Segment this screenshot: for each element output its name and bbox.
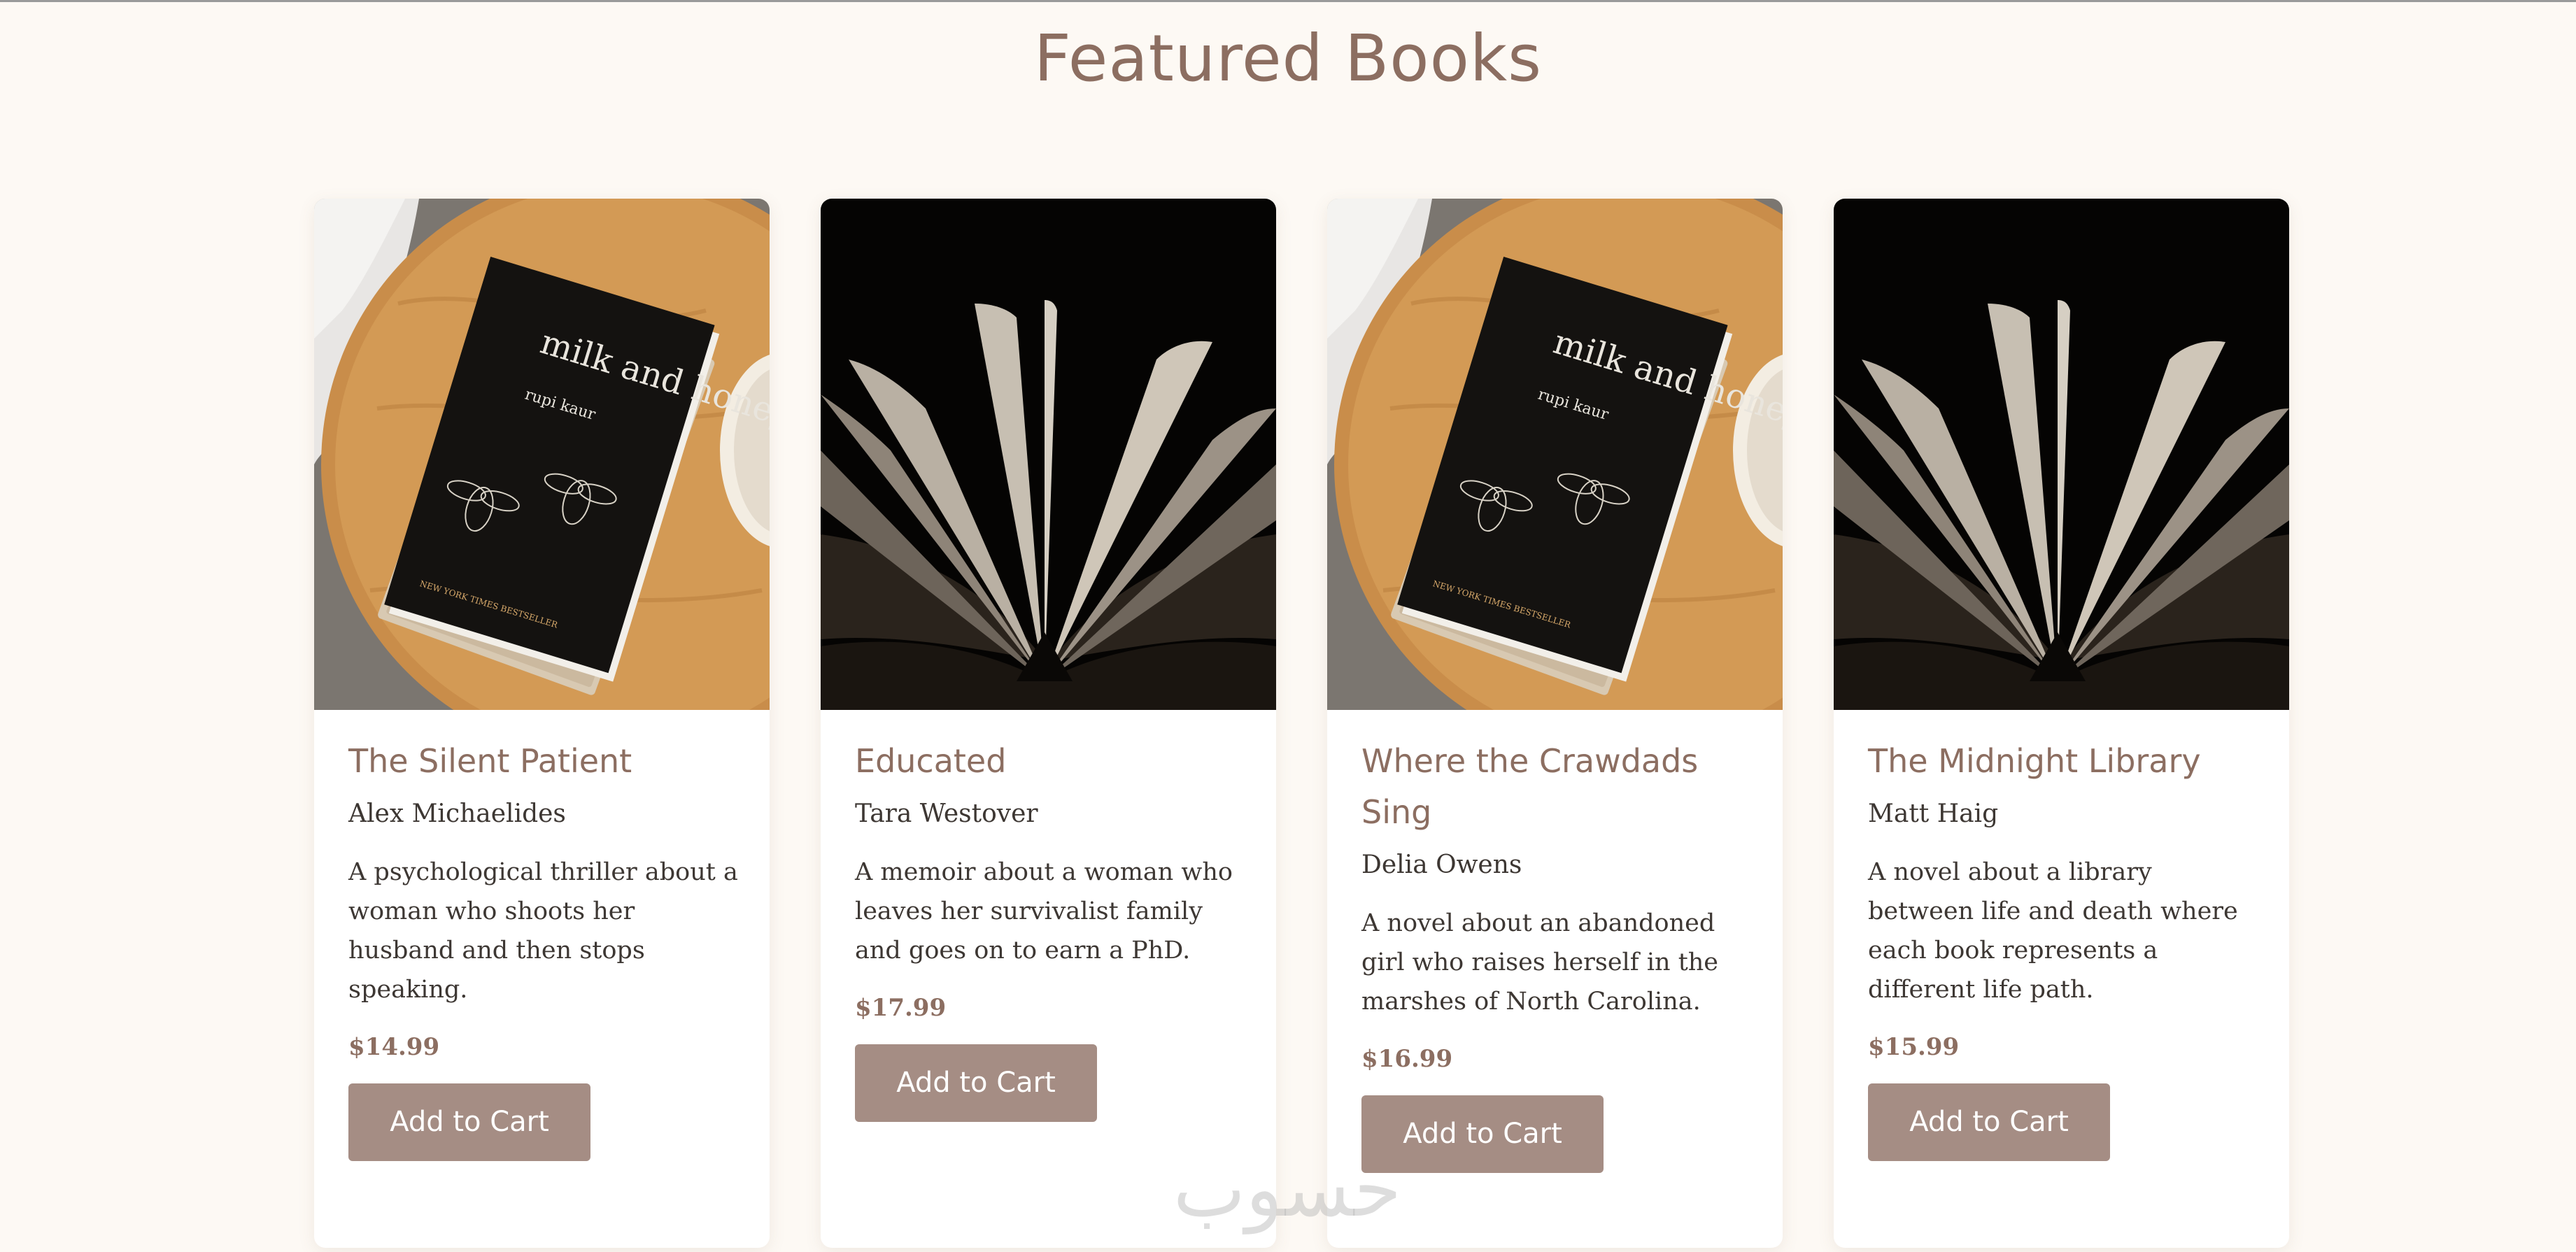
- book-description: A psychological thriller about a woman w…: [348, 858, 738, 1004]
- book-card: milk and honey rupi kaur NEW YORK TIMES …: [1327, 199, 1783, 1248]
- book-price: $17.99: [855, 994, 947, 1022]
- book-description: A memoir about a woman who leaves her su…: [855, 858, 1233, 965]
- book-cover-image[interactable]: milk and honey rupi kaur NEW YORK TIMES …: [314, 199, 770, 710]
- book-card: The Midnight Library Matt Haig A novel a…: [1834, 199, 2289, 1248]
- book-price: $15.99: [1868, 1033, 1960, 1061]
- book-card-body: Where the Crawdads Sing Delia Owens A no…: [1361, 736, 1753, 1173]
- open-book-photo: [1834, 199, 2289, 710]
- book-title: Where the Crawdads Sing: [1361, 742, 1699, 831]
- book-card-body: The Silent Patient Alex Michaelides A ps…: [348, 736, 740, 1161]
- top-border: [0, 0, 2576, 2]
- watermark-logo: حسوب: [1173, 1144, 1402, 1234]
- open-book-photo: [821, 199, 1276, 710]
- book-title: The Silent Patient: [348, 742, 632, 780]
- book-card: Educated Tara Westover A memoir about a …: [821, 199, 1276, 1248]
- book-description: A novel about an abandoned girl who rais…: [1361, 909, 1719, 1016]
- book-card-body: Educated Tara Westover A memoir about a …: [855, 736, 1247, 1122]
- book-title: The Midnight Library: [1868, 742, 2201, 780]
- book-author: Delia Owens: [1361, 851, 1522, 879]
- book-card-body: The Midnight Library Matt Haig A novel a…: [1868, 736, 2260, 1161]
- book-card: milk and honey rupi kaur NEW YORK TIMES …: [314, 199, 770, 1248]
- book-cover-image[interactable]: [821, 199, 1276, 710]
- book-author: Tara Westover: [855, 799, 1038, 828]
- add-to-cart-button[interactable]: Add to Cart: [855, 1044, 1097, 1122]
- book-cover-image[interactable]: milk and honey rupi kaur NEW YORK TIMES …: [1327, 199, 1783, 710]
- book-description: A novel about a library between life and…: [1868, 858, 2238, 1004]
- book-price: $14.99: [348, 1033, 440, 1061]
- milk-and-honey-photo: milk and honey rupi kaur NEW YORK TIMES …: [314, 199, 770, 710]
- book-author: Alex Michaelides: [348, 799, 566, 828]
- book-price: $16.99: [1361, 1045, 1453, 1073]
- section-title: Featured Books: [1033, 21, 1543, 96]
- book-cover-image[interactable]: [1834, 199, 2289, 710]
- add-to-cart-button[interactable]: Add to Cart: [348, 1083, 590, 1161]
- add-to-cart-button[interactable]: Add to Cart: [1868, 1083, 2110, 1161]
- book-author: Matt Haig: [1868, 799, 1999, 828]
- milk-and-honey-photo: milk and honey rupi kaur NEW YORK TIMES …: [1327, 199, 1783, 710]
- book-title: Educated: [855, 742, 1007, 780]
